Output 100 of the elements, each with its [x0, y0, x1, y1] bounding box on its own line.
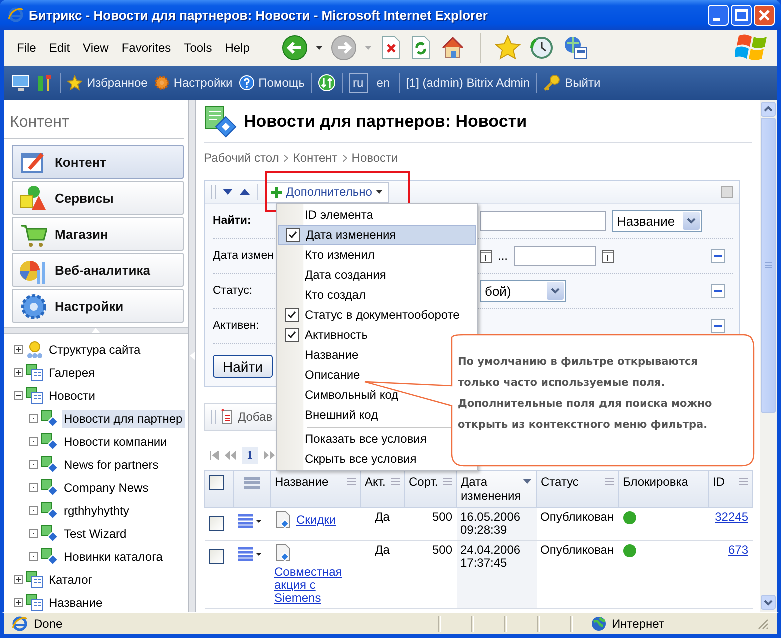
column-header[interactable]: Статус: [536, 470, 618, 508]
id-link[interactable]: 32245: [715, 510, 748, 524]
row-checkbox[interactable]: [208, 549, 224, 564]
home-icon[interactable]: [440, 36, 466, 60]
tree-item[interactable]: Новости для партнер: [62, 410, 185, 428]
section-button[interactable]: Магазин: [12, 217, 184, 251]
column-header[interactable]: ID: [708, 470, 752, 508]
folder-icon: [26, 364, 44, 382]
menu-item[interactable]: ID элемента: [278, 205, 476, 225]
scrollbar-thumb[interactable]: [761, 118, 776, 413]
scroll-up-button[interactable]: [761, 102, 776, 117]
expander-icon[interactable]: [14, 391, 23, 400]
section-button[interactable]: Веб-аналитика: [12, 253, 184, 287]
row-checkbox[interactable]: [208, 516, 224, 531]
expander-icon[interactable]: [14, 368, 23, 377]
toolbar-link[interactable]: Помощь: [238, 75, 306, 91]
star-icon[interactable]: [495, 35, 521, 61]
breadcrumb-link[interactable]: Новости: [352, 151, 398, 165]
tree-item[interactable]: Структура сайта: [47, 340, 143, 358]
language-link[interactable]: ru: [349, 73, 368, 93]
column-header[interactable]: Акт.: [360, 470, 404, 508]
row-menu-icon[interactable]: [238, 547, 262, 561]
column-header[interactable]: Дата изменения: [456, 470, 536, 508]
table-cell: Да: [360, 508, 404, 540]
column-header[interactable]: Блокировка: [618, 470, 708, 508]
menu-item[interactable]: View: [78, 39, 117, 57]
tree-item[interactable]: Test Wizard: [62, 524, 129, 542]
back-icon[interactable]: [282, 35, 308, 61]
tree-item[interactable]: Company News: [62, 478, 151, 496]
tree-item[interactable]: News for partners: [62, 456, 161, 474]
back-dropdown-icon[interactable]: [316, 46, 323, 50]
find-button[interactable]: Найти: [213, 355, 273, 378]
breadcrumb-link[interactable]: Контент: [293, 151, 338, 165]
forward-icon[interactable]: [331, 35, 357, 61]
menu-item[interactable]: Tools: [179, 39, 220, 57]
menu-item[interactable]: Favorites: [116, 39, 180, 57]
maximize-button[interactable]: [731, 4, 752, 26]
remove-condition-button[interactable]: [711, 249, 725, 263]
column-header[interactable]: Сорт.: [404, 470, 456, 508]
filter-label: Дата измен: [213, 250, 276, 262]
calendar-icon[interactable]: [480, 250, 492, 262]
table-cell: Да: [360, 540, 404, 608]
menu-item[interactable]: Кто создал: [278, 285, 476, 305]
calendar-icon[interactable]: [602, 250, 614, 262]
monitor-icon[interactable]: [12, 74, 30, 92]
expander-icon[interactable]: [14, 575, 23, 584]
section-button[interactable]: Настройки: [12, 289, 184, 323]
item-link[interactable]: Скидки: [296, 514, 336, 526]
scroll-down-button[interactable]: [761, 595, 776, 610]
menu-item[interactable]: Edit: [44, 39, 78, 57]
collapse-arrow-icon[interactable]: [240, 189, 250, 195]
minimize-button[interactable]: [708, 4, 729, 26]
date-field[interactable]: [514, 246, 596, 266]
expander-icon[interactable]: [14, 345, 23, 354]
remove-condition-button[interactable]: [711, 284, 725, 298]
menu-item[interactable]: Help: [220, 39, 258, 57]
tree-item[interactable]: Новости компании: [62, 432, 170, 450]
item-link[interactable]: Совместная акция с Siemens: [274, 566, 356, 605]
user-name: [1] (admin) Bitrix Admin: [406, 76, 530, 90]
tree-item[interactable]: Галерея: [47, 364, 98, 382]
expander-icon[interactable]: [14, 598, 23, 607]
select-all-checkbox[interactable]: [209, 475, 224, 490]
id-link[interactable]: 673: [728, 543, 748, 557]
expand-arrow-icon[interactable]: [223, 189, 233, 195]
filter-label: Статус:: [213, 285, 254, 297]
column-header[interactable]: Название: [270, 470, 360, 508]
tools-icon[interactable]: [36, 74, 54, 92]
close-button[interactable]: [754, 4, 775, 26]
tree-item[interactable]: rgthhyhythty: [62, 502, 132, 520]
breadcrumb-link[interactable]: Рабочий стол: [204, 151, 280, 165]
network-icon[interactable]: [563, 35, 589, 61]
field-select[interactable]: Название: [612, 210, 702, 232]
caret-icon[interactable]: [376, 190, 384, 194]
section-button[interactable]: Сервисы: [12, 181, 184, 215]
status-select[interactable]: бой): [480, 280, 566, 302]
tree-item[interactable]: Название: [47, 594, 105, 612]
page-link[interactable]: 1: [242, 446, 258, 464]
resize-grip-icon[interactable]: [757, 618, 769, 630]
logout-link[interactable]: Выйти: [543, 74, 601, 92]
search-field[interactable]: [480, 211, 606, 231]
language-link[interactable]: en: [374, 74, 394, 92]
update-icon[interactable]: [318, 74, 336, 92]
chevron-icon: [342, 154, 347, 162]
toolbar-link[interactable]: Настройки: [154, 75, 233, 91]
menu-item[interactable]: Кто изменил: [278, 245, 476, 265]
stop-icon[interactable]: [380, 36, 402, 60]
menu-item[interactable]: Дата изменения: [278, 225, 476, 245]
menu-item[interactable]: Статус в документообороте: [278, 305, 476, 325]
clock-icon[interactable]: [529, 35, 555, 61]
row-menu-icon[interactable]: [238, 514, 262, 528]
more-fields-button[interactable]: Дополнительно: [265, 182, 390, 202]
tree-item[interactable]: Новинки каталога: [62, 548, 165, 566]
section-button[interactable]: Контент: [12, 145, 184, 179]
menu-item[interactable]: Дата создания: [278, 265, 476, 285]
remove-condition-button[interactable]: [711, 319, 725, 333]
toolbar-link[interactable]: Избранное: [67, 75, 148, 91]
refresh-icon[interactable]: [410, 36, 432, 60]
tree-item[interactable]: Каталог: [47, 570, 95, 588]
menu-item[interactable]: File: [12, 39, 44, 57]
tree-item[interactable]: Новости: [47, 386, 98, 404]
